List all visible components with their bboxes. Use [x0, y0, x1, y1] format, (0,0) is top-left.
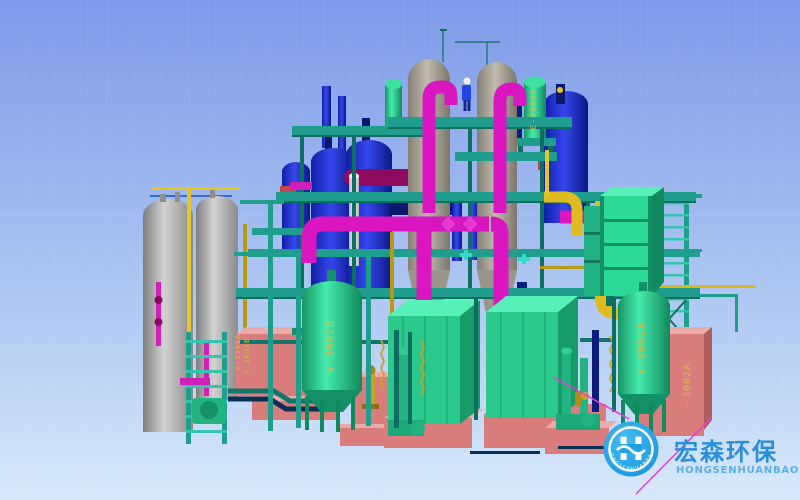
tag-v3002a: V-3002A	[635, 321, 648, 374]
tag-v3002b: V-3002B	[324, 319, 337, 372]
tag-v3001b: V-3001B	[243, 338, 251, 375]
plant-3d-render: V-3001A V-3001B V-3002B E-3004A V-3002A …	[0, 0, 800, 500]
platform-band	[388, 117, 572, 127]
tag-e3004a: E-3004A	[529, 89, 538, 130]
company-name-zh: 宏森环保	[674, 438, 778, 466]
tag-foundation-3002a: -3002A	[682, 363, 693, 405]
tank-left-shell	[143, 214, 193, 432]
magenta-riser-left	[156, 282, 161, 346]
tank-yellow-header	[152, 187, 240, 190]
tag-v3001a: V-3001A	[234, 334, 242, 371]
plinth-pumps	[545, 428, 609, 454]
scene-canvas: V-3001A V-3001B V-3002B E-3004A V-3002A …	[0, 0, 800, 500]
company-name-en: HONGSENHUANBAO	[676, 465, 799, 476]
